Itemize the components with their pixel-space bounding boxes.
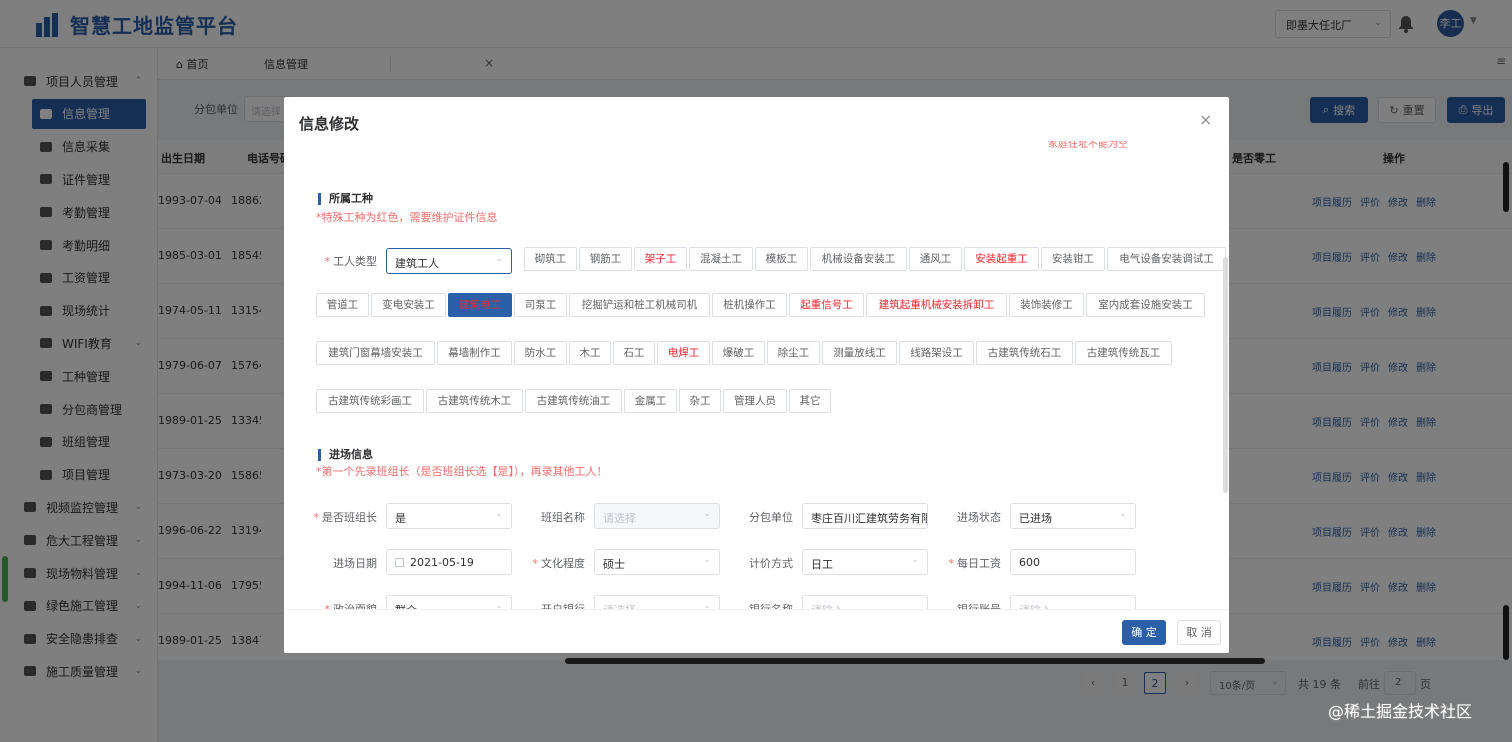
worktype-chip[interactable]: 木工: [569, 341, 611, 365]
worktype-chip[interactable]: 古建筑传统瓦工: [1075, 341, 1172, 365]
politics-label: *政治面貌: [296, 601, 378, 609]
worktype-chip[interactable]: 古建筑传统木工: [426, 389, 523, 413]
worktype-chip[interactable]: 管道工: [316, 293, 369, 317]
calendar-icon: [395, 558, 404, 567]
worktype-chip[interactable]: 幕墙制作工: [437, 341, 512, 365]
education-select[interactable]: 硕士 ⌄: [594, 549, 720, 575]
worktype-chip[interactable]: 测量放线工: [822, 341, 897, 365]
bank-select[interactable]: 请选择⌄: [594, 595, 720, 609]
education-label: * 文化程度: [532, 557, 586, 570]
worktype-chip[interactable]: 古建筑传统石工: [976, 341, 1073, 365]
worktype-chip[interactable]: 其它: [789, 389, 831, 413]
worktype-warning: *特殊工种为红色，需要维护证件信息: [316, 211, 498, 224]
worktype-chip[interactable]: 除尘工: [767, 341, 820, 365]
chevron-down-icon: ⌄: [703, 509, 711, 519]
dialog-footer: 确 定 取 消: [284, 609, 1229, 653]
worktype-chip[interactable]: 室内成套设施安装工: [1086, 293, 1205, 317]
pay-method-label: 计价方式: [749, 557, 793, 570]
worktype-chip[interactable]: 桩机操作工: [712, 293, 787, 317]
worktype-chip[interactable]: 杂工: [679, 389, 721, 413]
worktype-chip[interactable]: 建筑电工: [448, 293, 512, 317]
subcontractor-label: 分包单位: [749, 511, 793, 524]
is-leader-label: * 是否班组长: [313, 511, 378, 524]
subcontractor-select[interactable]: 枣庄百川汇建筑劳务有限公司⌄: [802, 503, 928, 529]
worktype-chip[interactable]: 建筑起重机械安装拆卸工: [866, 293, 1007, 317]
entry-date-label: 进场日期: [333, 557, 377, 570]
chevron-down-icon: ⌄: [495, 254, 503, 264]
address-error-text: 家庭住址不能为空: [1048, 141, 1128, 150]
worktype-chip[interactable]: 通风工: [909, 247, 962, 271]
team-label: 班组名称: [541, 511, 585, 524]
worktype-chip[interactable]: 机械设备安装工: [810, 247, 907, 271]
worktype-chip[interactable]: 挖掘铲运和桩工机械司机: [569, 293, 710, 317]
worktype-chip[interactable]: 架子工: [634, 247, 687, 271]
politics-select[interactable]: 群众⌄: [386, 595, 512, 609]
worktype-chip[interactable]: 石工: [613, 341, 655, 365]
worktype-chip[interactable]: 线路架设工: [899, 341, 974, 365]
bank-label: 开户银行: [504, 601, 585, 609]
worktype-chip[interactable]: 建筑门窗幕墙安装工: [316, 341, 435, 365]
worktype-chip[interactable]: 防水工: [514, 341, 567, 365]
worktype-chip[interactable]: 混凝土工: [689, 247, 753, 271]
worktype-chip[interactable]: 司泵工: [514, 293, 567, 317]
bank-name-input[interactable]: 请输入: [802, 595, 928, 609]
dialog-title: 信息修改: [299, 115, 360, 133]
worktype-chip[interactable]: 安装起重工: [964, 247, 1039, 271]
cancel-button[interactable]: 取 消: [1177, 620, 1221, 645]
watermark: @稀土掘金技术社区: [1328, 702, 1473, 721]
bank-no-label: 银行账号: [920, 601, 1001, 609]
worktype-chip[interactable]: 管理人员: [723, 389, 787, 413]
worktype-chip[interactable]: 起重信号工: [789, 293, 864, 317]
worktype-chip[interactable]: 电焊工: [657, 341, 710, 365]
worktype-chip[interactable]: 古建筑传统彩画工: [316, 389, 424, 413]
section-title-worktype: 所属工种: [318, 193, 373, 205]
entry-date-select[interactable]: 2021-05-19: [386, 549, 512, 575]
chevron-down-icon: ⌄: [495, 601, 503, 609]
worktype-chip[interactable]: 钢筋工: [579, 247, 632, 271]
chevron-down-icon: ⌄: [911, 555, 919, 565]
pay-method-select[interactable]: 日工 ⌄: [802, 549, 928, 575]
daily-wage-label: * 每日工资: [948, 557, 1002, 570]
chevron-down-icon: ⌄: [911, 509, 919, 519]
status-label: 进场状态: [957, 511, 1001, 524]
worktype-chip[interactable]: 变电安装工: [371, 293, 446, 317]
chevron-down-icon: ⌄: [703, 555, 711, 565]
worker-type-select[interactable]: 建筑工人 ⌄: [386, 248, 512, 274]
confirm-button[interactable]: 确 定: [1122, 620, 1166, 645]
team-select[interactable]: 请选择 ⌄: [594, 503, 720, 529]
worker-type-label: * 工人类型: [324, 255, 378, 268]
worktype-chip[interactable]: 装饰装修工: [1009, 293, 1084, 317]
worktype-chip[interactable]: 爆破工: [712, 341, 765, 365]
dialog-body: 家庭住址不能为空 所属工种 *特殊工种为红色，需要维护证件信息 * 工人类型 建筑…: [284, 141, 1229, 609]
status-select[interactable]: 已进场 ⌄: [1010, 503, 1136, 529]
daily-wage-input[interactable]: 600: [1010, 549, 1136, 575]
is-leader-select[interactable]: 是 ⌄: [386, 503, 512, 529]
worktype-chip[interactable]: 金属工: [624, 389, 677, 413]
bank-name-label: 银行名称: [712, 601, 793, 609]
worktype-chip[interactable]: 模板工: [755, 247, 808, 271]
chevron-down-icon: ⌄: [1119, 509, 1127, 519]
dialog-scrollbar[interactable]: [1223, 257, 1228, 493]
worktype-chip[interactable]: 安装钳工: [1041, 247, 1105, 271]
chevron-down-icon: ⌄: [703, 601, 711, 609]
entry-warning: *第一个先录班组长（是否班组长选【是】），再录其他工人！: [316, 465, 608, 478]
close-icon[interactable]: ×: [1199, 110, 1212, 129]
worktype-chip[interactable]: 古建筑传统油工: [525, 389, 622, 413]
section-title-entry: 进场信息: [318, 449, 373, 461]
worktype-chip[interactable]: 砌筑工: [524, 247, 577, 271]
edit-info-dialog: 信息修改 × 家庭住址不能为空 所属工种 *特殊工种为红色，需要维护证件信息 *…: [284, 97, 1229, 653]
bank-no-input[interactable]: 请输入: [1010, 595, 1136, 609]
chevron-down-icon: ⌄: [495, 509, 503, 519]
worktype-chip[interactable]: 电气设备安装调试工: [1107, 247, 1226, 271]
